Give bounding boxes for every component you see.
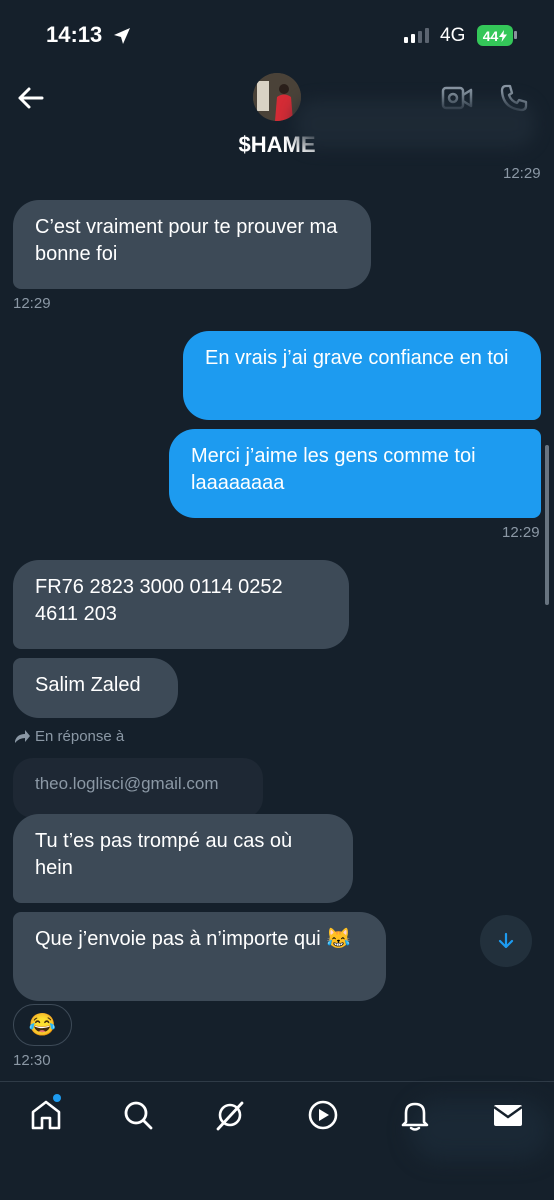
status-time: 14:13 bbox=[46, 22, 103, 47]
signal-icon bbox=[404, 28, 429, 43]
incoming-message[interactable]: Tu t’es pas trompé au cas où hein bbox=[13, 814, 353, 903]
scrollbar[interactable] bbox=[545, 445, 549, 605]
timestamp: 12:29 bbox=[503, 165, 541, 182]
location-arrow-icon bbox=[114, 28, 130, 44]
reply-label: En réponse à bbox=[35, 728, 125, 745]
battery-level: 44 bbox=[482, 27, 499, 44]
outgoing-message[interactable]: En vrais j’ai grave confiance en toi bbox=[183, 331, 541, 420]
notifications-icon[interactable] bbox=[397, 1097, 433, 1133]
reply-indicator: En réponse à bbox=[13, 728, 124, 745]
timestamp: 12:29 bbox=[502, 524, 540, 541]
quoted-message[interactable]: theo.loglisci@gmail.com bbox=[13, 758, 263, 818]
incoming-message[interactable]: FR76 2823 3000 0114 0252 4611 203 bbox=[13, 560, 349, 649]
grok-icon[interactable] bbox=[212, 1097, 248, 1133]
arrow-down-icon bbox=[498, 932, 514, 949]
scroll-to-bottom-button[interactable] bbox=[480, 915, 532, 967]
video-icon[interactable] bbox=[305, 1097, 341, 1133]
home-icon[interactable] bbox=[28, 1097, 64, 1133]
messages-icon[interactable] bbox=[490, 1097, 526, 1133]
search-icon[interactable] bbox=[120, 1097, 156, 1133]
reaction-emoji: 😂 bbox=[28, 1012, 57, 1037]
battery-icon: 44 bbox=[477, 25, 513, 46]
back-arrow-icon[interactable] bbox=[14, 82, 46, 114]
incoming-message[interactable]: C’est vraiment pour te prouver ma bonne … bbox=[13, 200, 371, 289]
network-type: 4G bbox=[440, 25, 466, 46]
incoming-message[interactable]: Salim Zaled bbox=[13, 658, 178, 718]
battery-cap bbox=[514, 31, 517, 39]
reaction-badge[interactable]: 😂 bbox=[13, 1004, 72, 1046]
reply-arrow-icon bbox=[15, 729, 30, 743]
timestamp: 12:29 bbox=[13, 295, 51, 312]
home-notification-dot bbox=[53, 1094, 61, 1102]
timestamp: 12:30 bbox=[13, 1052, 51, 1069]
status-bar: 14:13 4G 44 bbox=[0, 0, 554, 70]
avatar[interactable] bbox=[253, 73, 301, 121]
outgoing-message[interactable]: Merci j’aime les gens comme toi laaaaaaa… bbox=[169, 429, 541, 518]
blurred-region bbox=[295, 100, 535, 148]
incoming-message[interactable]: Que j’envoie pas à n’importe qui 😹 bbox=[13, 912, 386, 1001]
